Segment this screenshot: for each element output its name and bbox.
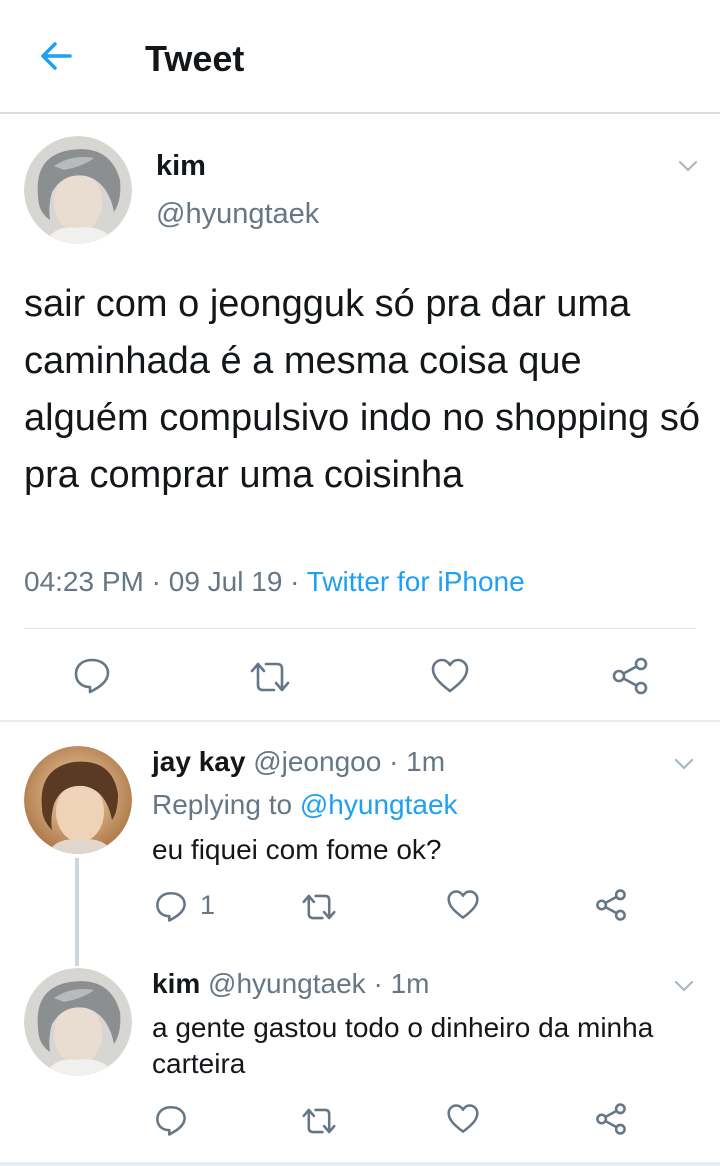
- chevron-down-icon[interactable]: [672, 752, 696, 776]
- share-icon[interactable]: [594, 1102, 628, 1136]
- app-header: Tweet: [0, 0, 720, 114]
- reply-author-handle[interactable]: @jeongoo: [253, 746, 381, 777]
- retweet-icon[interactable]: [300, 890, 338, 924]
- share-icon[interactable]: [610, 656, 650, 696]
- like-icon[interactable]: [430, 657, 470, 695]
- reply-icon[interactable]: [154, 889, 188, 923]
- reply-count: 1: [200, 890, 216, 920]
- meta-separator: ·: [151, 566, 161, 597]
- retweet-icon[interactable]: [300, 1104, 338, 1138]
- reply-header: jay kay @jeongoo · 1m: [152, 746, 445, 778]
- chevron-down-icon[interactable]: [672, 974, 696, 998]
- avatar[interactable]: [24, 136, 132, 244]
- divider: [24, 628, 696, 629]
- tweet-text: sair com o jeongguk só pra dar uma camin…: [24, 283, 700, 496]
- meta-separator: ·: [373, 968, 383, 999]
- back-arrow-icon[interactable]: [36, 36, 76, 76]
- bottom-divider: [0, 1162, 720, 1166]
- reply-icon[interactable]: [154, 1103, 188, 1137]
- reply-text: a gente gastou todo o dinheiro da minha …: [152, 1012, 654, 1079]
- reply-header: kim @hyungtaek · 1m: [152, 968, 429, 1000]
- like-icon[interactable]: [446, 889, 480, 921]
- retweet-icon[interactable]: [248, 657, 292, 697]
- replying-to-handle[interactable]: @hyungtaek: [300, 789, 458, 820]
- section-divider: [0, 720, 720, 722]
- author-handle[interactable]: @hyungtaek: [156, 198, 319, 231]
- page-title: Tweet: [145, 38, 245, 79]
- tweet-meta: 04:23 PM · 09 Jul 19 · Twitter for iPhon…: [24, 566, 525, 598]
- reply-author-name[interactable]: kim: [152, 968, 200, 999]
- tweet-date: 09 Jul 19: [168, 566, 283, 597]
- reply-author-name[interactable]: jay kay: [152, 746, 245, 777]
- share-icon[interactable]: [594, 888, 628, 922]
- reply-text: eu fiquei com fome ok?: [152, 834, 442, 865]
- avatar[interactable]: [24, 968, 132, 1076]
- meta-separator: ·: [389, 746, 399, 777]
- tweet-time: 04:23 PM: [24, 566, 144, 597]
- author-name[interactable]: kim: [156, 150, 206, 183]
- meta-separator: ·: [290, 566, 300, 597]
- chevron-down-icon[interactable]: [676, 154, 700, 178]
- reply-author-handle[interactable]: @hyungtaek: [208, 968, 366, 999]
- replying-to: Replying to @hyungtaek: [152, 789, 458, 821]
- replying-to-label: Replying to: [152, 789, 293, 820]
- like-icon[interactable]: [446, 1103, 480, 1135]
- thread-line: [75, 858, 79, 966]
- reply-icon[interactable]: [72, 655, 112, 695]
- avatar[interactable]: [24, 746, 132, 854]
- tweet-source-link[interactable]: Twitter for iPhone: [307, 566, 525, 597]
- reply-age: 1m: [390, 968, 430, 999]
- reply-age: 1m: [406, 746, 446, 777]
